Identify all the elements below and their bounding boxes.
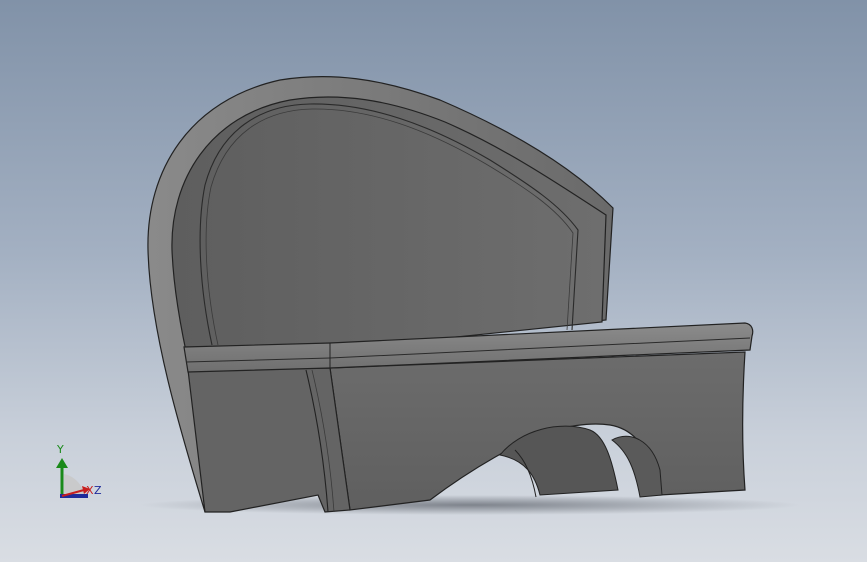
graphics-viewport[interactable]: Y X Z — [0, 0, 867, 562]
x-axis-label: X — [86, 484, 94, 497]
coordinate-triad: Y X Z — [44, 438, 114, 508]
y-axis-arrow-icon — [56, 458, 68, 468]
bench-3d-model[interactable] — [0, 0, 867, 562]
y-axis-label: Y — [57, 443, 64, 456]
z-axis-label: Z — [94, 484, 102, 497]
